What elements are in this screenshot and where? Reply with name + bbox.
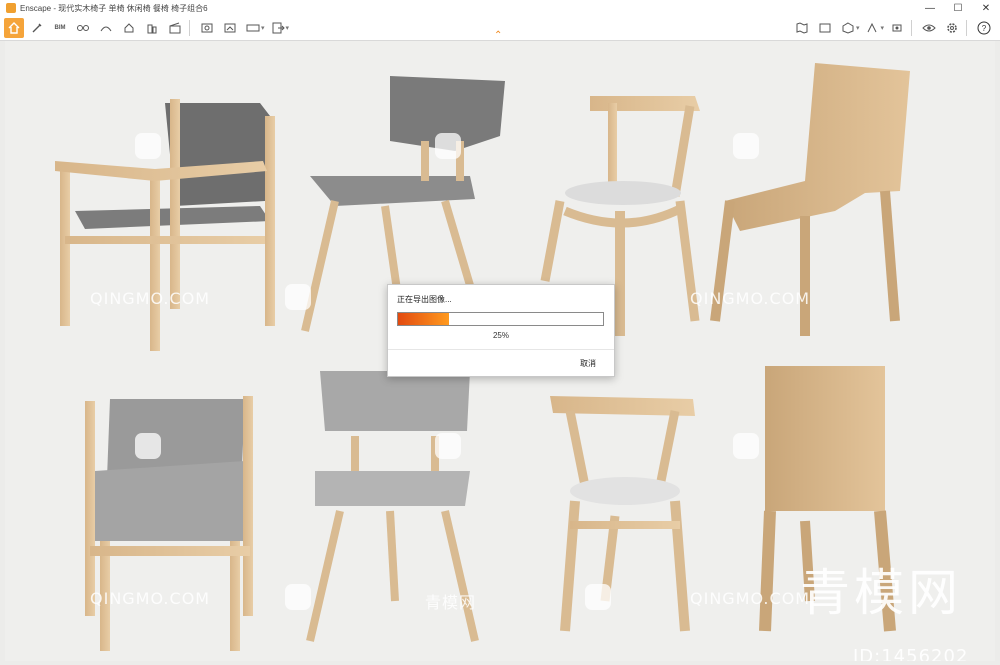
eye-icon <box>922 24 936 32</box>
watermark-text: QINGMO.COM <box>690 589 811 608</box>
armchair-fabric-bottom-left <box>85 396 253 651</box>
window-title: Enscape - 现代实木椅子 单椅 休闲椅 餐椅 椅子组合6 <box>20 3 208 13</box>
sun-icon <box>124 23 134 33</box>
screenshot-button[interactable] <box>197 18 217 38</box>
maximize-button[interactable]: ☐ <box>944 0 972 16</box>
dialog-divider <box>388 349 614 350</box>
asset-icon <box>819 23 831 33</box>
panorama-button[interactable] <box>243 18 263 38</box>
watermark-logo-icon <box>733 133 759 159</box>
toolbar-separator <box>966 20 967 36</box>
gear-icon <box>947 23 957 33</box>
capture-icon <box>892 24 902 32</box>
home-button[interactable] <box>4 18 24 38</box>
view-settings-icon <box>868 22 877 33</box>
views-icon <box>77 25 89 31</box>
map-button[interactable] <box>792 18 812 38</box>
minimize-button[interactable]: — <box>916 0 944 16</box>
toolbar-separator <box>189 20 190 36</box>
home-icon <box>8 22 20 34</box>
watermark-cn-text: 青模网 <box>425 593 477 612</box>
export-dropdown-icon[interactable]: ▾ <box>286 24 290 32</box>
export-icon <box>272 22 285 34</box>
watermark-text: QINGMO.COM <box>90 589 211 608</box>
settings-button[interactable] <box>942 18 962 38</box>
view-settings-dropdown-icon[interactable]: ▾ <box>880 24 884 32</box>
export-button[interactable] <box>268 18 288 38</box>
views-button[interactable] <box>73 18 93 38</box>
bim-button[interactable]: BIM <box>50 18 70 38</box>
watermark-logo-icon <box>135 433 161 459</box>
watermark-text: QINGMO.COM <box>90 289 211 308</box>
panorama-icon <box>246 24 260 32</box>
watermark-logo-icon <box>135 133 161 159</box>
asset-library-button[interactable] <box>815 18 835 38</box>
progress-bar-fill <box>398 313 450 325</box>
help-button[interactable]: ? <box>974 18 994 38</box>
watermark-logo-icon <box>733 433 759 459</box>
title-bar: Enscape - 现代实木椅子 单椅 休闲椅 餐椅 椅子组合6 — ☐ ✕ <box>0 0 1000 17</box>
material-dropdown-icon[interactable]: ▾ <box>856 24 860 32</box>
capture-button[interactable] <box>887 18 907 38</box>
sun-button[interactable] <box>119 18 139 38</box>
watermark-logo-icon <box>435 433 461 459</box>
collapse-toolbar-chevron-icon[interactable]: ⌃ <box>494 30 502 41</box>
help-icon: ? <box>977 21 991 35</box>
watermark-logo-icon <box>285 284 311 310</box>
batch-icon <box>224 23 236 33</box>
buildings-button[interactable] <box>142 18 162 38</box>
buildings-icon <box>147 24 157 34</box>
round-seat-chair-bottom-third <box>550 396 695 632</box>
close-button[interactable]: ✕ <box>972 0 1000 16</box>
watermark-id-text: ID:1456202 <box>853 646 969 661</box>
material-icon <box>842 22 854 34</box>
toolbar-separator <box>911 20 912 36</box>
dialog-title: 正在导出图像... <box>397 295 452 304</box>
panorama-dropdown-icon[interactable]: ▾ <box>261 24 265 32</box>
cancel-button[interactable]: 取消 <box>580 358 596 369</box>
watermark-logo-icon <box>585 584 611 610</box>
screenshot-icon <box>201 23 213 33</box>
clapper-icon <box>169 22 181 34</box>
tools-icon <box>32 23 42 33</box>
tools-button[interactable] <box>27 18 47 38</box>
enscape-logo-icon <box>6 3 16 13</box>
watermark-text: QINGMO.COM <box>690 289 811 308</box>
visibility-button[interactable] <box>919 18 939 38</box>
batch-button[interactable] <box>220 18 240 38</box>
progress-bar <box>397 312 604 326</box>
watermark-logo-icon <box>435 133 461 159</box>
material-button[interactable] <box>838 18 858 38</box>
map-icon <box>796 22 808 34</box>
atmosphere-button[interactable] <box>96 18 116 38</box>
view-settings-button[interactable] <box>862 18 882 38</box>
export-progress-dialog: 正在导出图像... 25% 取消 <box>387 284 615 377</box>
progress-percent: 25% <box>492 331 509 340</box>
armchair-fabric-top-left <box>55 99 275 351</box>
atmosphere-icon <box>100 26 112 32</box>
watermark-logo-icon <box>285 584 311 610</box>
watermark-big-text: 青模网 <box>800 564 962 622</box>
svg-text:?: ? <box>982 24 987 33</box>
clapper-button[interactable] <box>165 18 185 38</box>
bim-label: BIM <box>54 25 66 31</box>
